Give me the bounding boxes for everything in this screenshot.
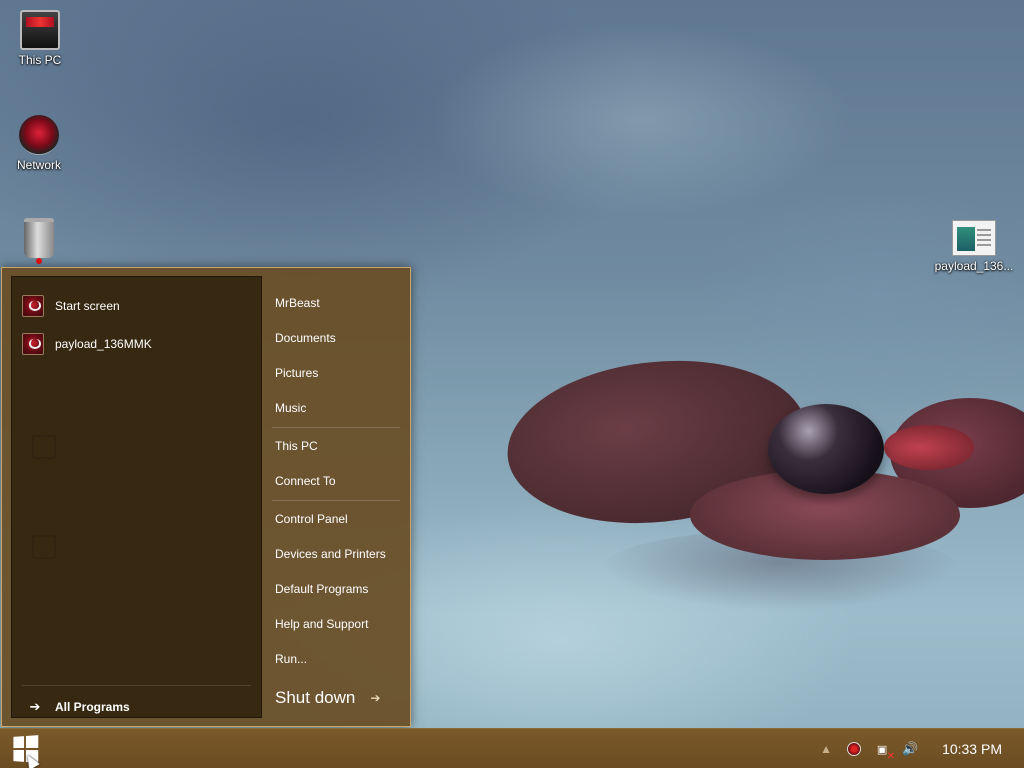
place-default-programs[interactable]: Default Programs	[275, 576, 403, 602]
network-icon	[19, 115, 59, 155]
volume-icon[interactable]: 🔊	[899, 738, 921, 760]
place-devices-printers[interactable]: Devices and Printers	[275, 541, 403, 567]
divider	[272, 500, 400, 501]
app-shield-icon	[22, 295, 44, 317]
program-payload[interactable]: payload_136MMK	[22, 329, 252, 359]
place-pictures[interactable]: Pictures	[275, 360, 403, 386]
divider	[22, 685, 251, 686]
arrow-right-icon[interactable]: ➔	[370, 691, 380, 705]
computer-icon	[20, 10, 60, 50]
place-label: Devices and Printers	[275, 547, 386, 561]
place-help-support[interactable]: Help and Support	[275, 611, 403, 637]
programs-pane: Start screen payload_136MMK ➔ All Progra…	[11, 276, 262, 718]
security-icon[interactable]	[843, 738, 865, 760]
desktop-icon-label: This PC	[18, 53, 62, 67]
place-label: Run...	[275, 652, 308, 666]
taskbar: ▲ ▣ ✕ 🔊 10:33 PM	[0, 728, 1024, 768]
program-label: payload_136MMK	[55, 337, 152, 351]
place-label: Pictures	[275, 366, 319, 380]
all-programs-label: All Programs	[55, 700, 130, 714]
place-label: Default Programs	[275, 582, 369, 596]
desktop-icon-label: Network	[16, 158, 61, 172]
place-label: Documents	[275, 331, 336, 345]
desktop-icon-label: payload_136...	[934, 259, 1014, 273]
app-shield-icon	[22, 333, 44, 355]
place-label: Music	[275, 401, 307, 415]
shutdown-label: Shut down	[275, 688, 356, 707]
place-control-panel[interactable]: Control Panel	[275, 506, 403, 532]
network-disconnected-icon[interactable]: ▣ ✕	[871, 738, 895, 763]
all-programs-button[interactable]: ➔ All Programs	[25, 695, 245, 719]
place-label: This PC	[275, 439, 318, 453]
place-label: MrBeast	[275, 296, 320, 310]
place-documents[interactable]: Documents	[275, 325, 403, 351]
recycle-bin-icon	[24, 218, 54, 264]
place-label: Help and Support	[275, 617, 369, 631]
faded-program-icon	[32, 535, 56, 559]
desktop-icon-payload[interactable]: payload_136...	[934, 220, 1014, 273]
place-this-pc[interactable]: This PC	[275, 433, 403, 459]
program-label: Start screen	[55, 299, 120, 313]
start-menu: Start screen payload_136MMK ➔ All Progra…	[1, 267, 411, 727]
place-run[interactable]: Run...	[275, 646, 403, 672]
chevron-up-icon[interactable]: ▲	[815, 738, 837, 760]
place-connect-to[interactable]: Connect To	[275, 468, 403, 494]
place-music[interactable]: Music	[275, 395, 403, 421]
place-label: Connect To	[275, 474, 336, 488]
shutdown-button[interactable]: Shut down ➔	[275, 683, 405, 713]
program-start-screen[interactable]: Start screen	[22, 291, 252, 321]
desktop-icon-recycle-bin[interactable]	[0, 218, 79, 264]
divider	[272, 427, 400, 428]
wallpaper-droplet	[768, 404, 884, 494]
desktop-icon-network[interactable]: Network	[0, 115, 79, 172]
desktop-icon-this-pc[interactable]: This PC	[0, 10, 80, 67]
executable-file-icon	[952, 220, 996, 256]
arrow-right-icon: ➔	[29, 699, 41, 714]
wallpaper-petal	[884, 425, 974, 470]
place-label: Control Panel	[275, 512, 348, 526]
faded-program-icon	[32, 435, 56, 459]
place-user-folder[interactable]: MrBeast	[275, 290, 403, 316]
system-tray: ▲ ▣ ✕ 🔊 10:33 PM	[812, 729, 1024, 768]
clock[interactable]: 10:33 PM	[942, 741, 1002, 757]
